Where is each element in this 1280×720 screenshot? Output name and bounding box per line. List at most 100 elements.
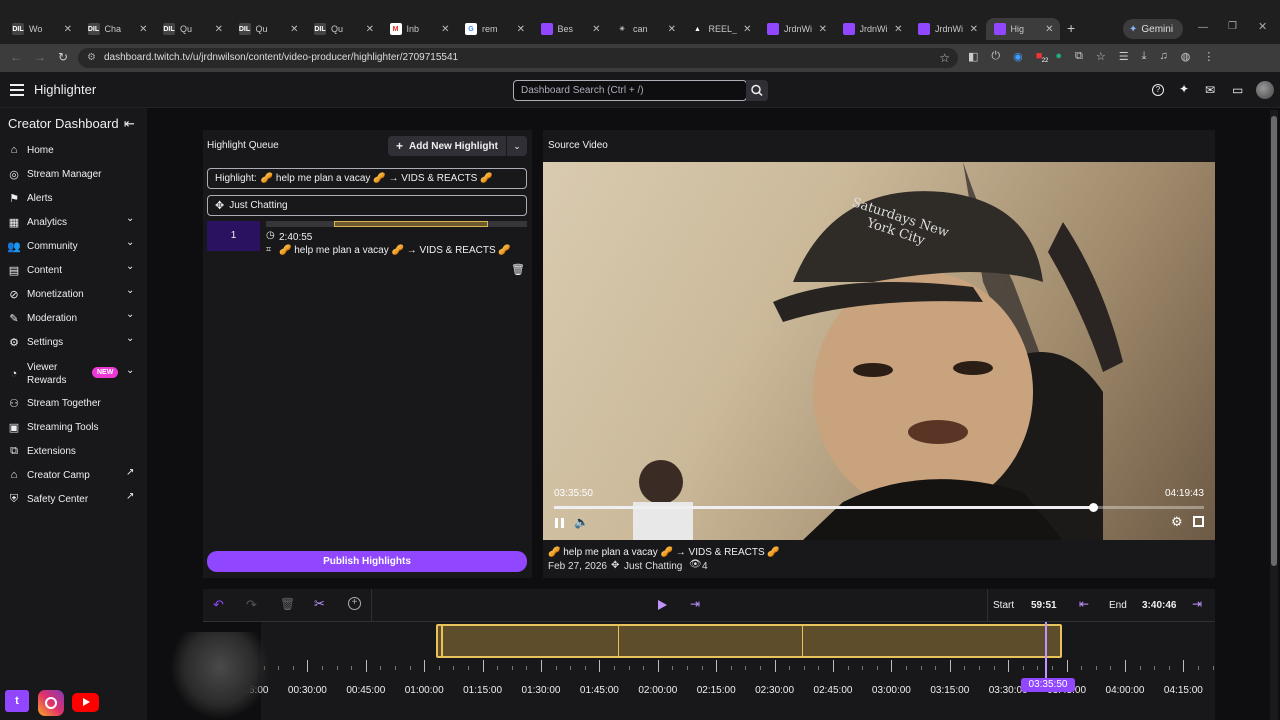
volume-icon[interactable]: 🔈 bbox=[574, 515, 589, 529]
tab-close-icon[interactable]: ✕ bbox=[894, 24, 902, 35]
new-tab-button[interactable]: + bbox=[1067, 20, 1075, 36]
browser-tab[interactable]: Bes ✕ bbox=[533, 18, 607, 40]
source-video-category[interactable]: Just Chatting bbox=[624, 561, 682, 572]
tab-close-icon[interactable]: ✕ bbox=[1045, 24, 1053, 35]
sidebar-item-home[interactable]: ⌂ Home bbox=[8, 140, 140, 160]
settings-gear-icon[interactable]: ⚙ bbox=[1171, 514, 1183, 530]
inbox-icon[interactable]: ✉ bbox=[1205, 83, 1215, 97]
window-minimize-icon[interactable]: — bbox=[1198, 22, 1208, 33]
browser-tab[interactable]: ▲ REEL_0 ✕ bbox=[684, 18, 758, 40]
browser-tab[interactable]: DIL Qu ✕ bbox=[231, 18, 305, 40]
reading-list-icon[interactable]: ☰ bbox=[1119, 50, 1129, 68]
browser-tab[interactable]: JrdnWi ✕ bbox=[835, 18, 909, 40]
highlight-range[interactable] bbox=[436, 624, 1062, 658]
extension-icon[interactable]: ● bbox=[1055, 50, 1062, 68]
add-segment-icon[interactable]: + bbox=[348, 597, 361, 610]
back-icon[interactable]: ← bbox=[10, 50, 22, 64]
sidebar-item-creator-camp[interactable]: ⌂ Creator Camp ↗ bbox=[8, 465, 140, 485]
tab-close-icon[interactable]: ✕ bbox=[139, 24, 147, 35]
tab-close-icon[interactable]: ✕ bbox=[517, 24, 525, 35]
hamburger-menu-icon[interactable] bbox=[10, 84, 24, 96]
add-highlight-button[interactable]: + Add New Highlight bbox=[388, 136, 506, 156]
sidebar-item-viewer[interactable]: ◔ Viewer Rewards NEW ⌄ bbox=[8, 362, 140, 386]
browser-tab[interactable]: JrdnWi ✕ bbox=[759, 18, 833, 40]
trash-icon[interactable]: 🗑 bbox=[280, 597, 295, 611]
browser-tab[interactable]: Grem ✕ bbox=[457, 18, 531, 40]
tab-close-icon[interactable]: ✕ bbox=[366, 24, 374, 35]
sidebar-item-streaming-tools[interactable]: ▣ Streaming Tools bbox=[8, 417, 140, 437]
set-start-icon[interactable]: ⇤ bbox=[1079, 597, 1089, 611]
tab-close-icon[interactable]: ✕ bbox=[64, 24, 72, 35]
sidebar-item-community[interactable]: 👥 Community ⌄ bbox=[7, 236, 140, 256]
menu-icon[interactable]: ⋮ bbox=[1203, 50, 1214, 68]
tab-close-icon[interactable]: ✕ bbox=[743, 24, 751, 35]
sidebar-item-safety-center[interactable]: ⛨ Safety Center ↗ bbox=[8, 489, 140, 509]
sidebar-item-stream-manager[interactable]: ◎ Stream Manager bbox=[8, 164, 140, 184]
video-seek-bar[interactable] bbox=[554, 503, 1204, 512]
browser-tab[interactable]: DIL Qu ✕ bbox=[155, 18, 229, 40]
end-value[interactable]: 3:40:46 bbox=[1142, 600, 1176, 611]
browser-tab[interactable]: ✳ can ✕ bbox=[608, 18, 682, 40]
video-player[interactable]: Saturdays New York City 03:35:50 04:19:4… bbox=[543, 162, 1215, 540]
tab-close-icon[interactable]: ✕ bbox=[592, 24, 600, 35]
tab-close-icon[interactable]: ✕ bbox=[290, 24, 298, 35]
bookmark-star-icon[interactable]: ☆ bbox=[939, 48, 950, 68]
pause-icon[interactable] bbox=[555, 518, 564, 528]
whispers-icon[interactable]: ▭ bbox=[1232, 83, 1243, 97]
tab-close-icon[interactable]: ✕ bbox=[668, 24, 676, 35]
site-info-icon[interactable]: ⚙ bbox=[87, 48, 96, 68]
browser-tab[interactable]: DIL Qu ✕ bbox=[306, 18, 380, 40]
sidebar-item-settings[interactable]: ⚙ Settings ⌄ bbox=[8, 332, 140, 352]
delete-icon[interactable]: 🗑 bbox=[511, 263, 525, 276]
set-end-icon[interactable]: ⇥ bbox=[1192, 597, 1202, 611]
power-icon[interactable]: ⏻ bbox=[991, 50, 1000, 68]
browser-tab[interactable]: Hig ✕ bbox=[985, 18, 1060, 40]
tab-close-icon[interactable]: ✕ bbox=[970, 24, 978, 35]
forward-icon[interactable]: → bbox=[34, 50, 46, 64]
timeline-track[interactable]: 00:15:0000:30:0000:45:0001:00:0001:15:00… bbox=[203, 622, 1215, 720]
play-icon[interactable] bbox=[658, 600, 667, 610]
split-scissors-icon[interactable]: ✂ bbox=[314, 596, 325, 612]
tab-close-icon[interactable]: ✕ bbox=[441, 24, 449, 35]
start-value[interactable]: 59:51 bbox=[1031, 600, 1057, 611]
browser-tab[interactable]: JrdnWi ✕ bbox=[910, 18, 984, 40]
sidebar-item-analytics[interactable]: ▦ Analytics ⌄ bbox=[8, 212, 140, 232]
avatar[interactable] bbox=[1256, 81, 1274, 99]
highlight-title-field[interactable]: Highlight: 🥜 help me plan a vacay 🥜 → VI… bbox=[207, 168, 527, 189]
search-button[interactable] bbox=[746, 80, 768, 101]
url-field[interactable]: ⚙ dashboard.twitch.tv/u/jrdnwilson/conte… bbox=[78, 48, 958, 68]
dashboard-search-input[interactable]: Dashboard Search (Ctrl + /) bbox=[513, 80, 747, 101]
window-maximize-icon[interactable]: ❐ bbox=[1228, 21, 1237, 32]
window-close-icon[interactable]: ✕ bbox=[1258, 20, 1267, 33]
category-field[interactable]: ✥ Just Chatting bbox=[207, 195, 527, 216]
redo-icon[interactable]: ↷ bbox=[246, 597, 257, 613]
tab-close-icon[interactable]: ✕ bbox=[215, 24, 223, 35]
extension-icon[interactable]: ◉ bbox=[1013, 50, 1023, 68]
extension-icon[interactable]: ◧ bbox=[968, 50, 978, 68]
tab-close-icon[interactable]: ✕ bbox=[819, 24, 827, 35]
sparkle-icon[interactable]: ✦ bbox=[1179, 82, 1189, 96]
publish-highlights-button[interactable]: Publish Highlights bbox=[207, 551, 527, 572]
browser-tab[interactable]: DIL Cha ✕ bbox=[80, 18, 154, 40]
sidebar-item-monetization[interactable]: ⊘ Monetization ⌄ bbox=[8, 284, 140, 304]
help-icon[interactable]: ? bbox=[1152, 84, 1164, 96]
playhead-label[interactable]: 03:35:50 bbox=[1021, 678, 1075, 692]
range-start-handle[interactable] bbox=[441, 626, 443, 656]
video-seek-knob[interactable] bbox=[1088, 503, 1098, 512]
sidebar-item-content[interactable]: ▤ Content ⌄ bbox=[8, 260, 140, 280]
media-icon[interactable]: ♫ bbox=[1160, 50, 1168, 68]
extension-icon[interactable]: ■ 22 bbox=[1036, 50, 1049, 68]
browser-tab[interactable]: DIL Wo ✕ bbox=[4, 18, 78, 40]
page-scrollbar[interactable] bbox=[1270, 110, 1278, 720]
collapse-sidebar-icon[interactable]: ⇤ bbox=[124, 116, 135, 132]
browser-tab[interactable]: M Inb ✕ bbox=[382, 18, 456, 40]
bookmarks-icon[interactable]: ☆ bbox=[1096, 50, 1106, 68]
puzzle-icon[interactable]: ⧉ bbox=[1075, 50, 1083, 68]
sidebar-item-extensions[interactable]: ⧉ Extensions bbox=[8, 441, 140, 461]
sidebar-item-moderation[interactable]: ✎ Moderation ⌄ bbox=[8, 308, 140, 328]
download-icon[interactable]: ⤓ bbox=[1142, 50, 1147, 68]
fullscreen-icon[interactable] bbox=[1193, 516, 1204, 527]
queue-item[interactable]: 1 ◷ 2:40:55 ⌗ 🥜 help me plan a vacay 🥜 →… bbox=[207, 221, 527, 276]
profile-icon[interactable]: ◍ bbox=[1181, 50, 1191, 68]
reload-icon[interactable]: ↻ bbox=[58, 50, 68, 64]
